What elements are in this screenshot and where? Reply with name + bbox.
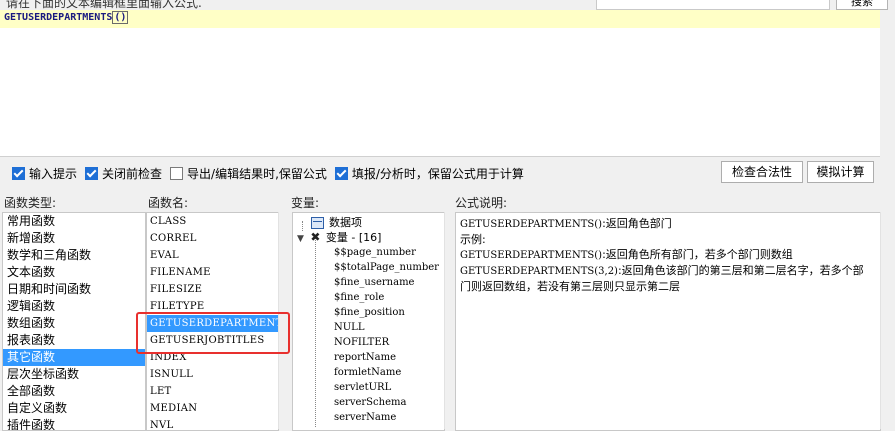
tree-node-data-item[interactable]: 数据项 <box>293 215 444 230</box>
formula-editor[interactable]: GETUSERDEPARTMENTS() <box>0 10 880 157</box>
tree-variable-item[interactable]: NOFILTER <box>293 335 444 350</box>
func-name-item[interactable]: FILESIZE <box>147 281 278 298</box>
checkbox-checked-icon <box>12 166 25 180</box>
data-item-icon <box>311 217 324 229</box>
search-input[interactable] <box>596 0 830 10</box>
desc-line-4: GETUSERDEPARTMENTS(3,2):返回角色该部门的第三层和第二层名… <box>460 263 876 279</box>
tree-variable-item[interactable]: $fine_position <box>293 305 444 320</box>
desc-line-3: GETUSERDEPARTMENTS():返回角色所有部门，若多个部门则数组 <box>460 247 876 263</box>
formula-function-name: GETUSERDEPARTMENTS <box>4 12 113 23</box>
checkbox-checked-icon <box>334 166 348 180</box>
tree-variable-item[interactable]: servletURL <box>293 380 444 395</box>
tree-variable-item[interactable]: serverName <box>293 410 444 425</box>
formula-desc-label: 公式说明: <box>455 196 508 210</box>
search-button[interactable]: 搜索 <box>836 0 888 10</box>
func-type-item[interactable]: 自定义函数 <box>3 400 145 417</box>
func-type-item[interactable]: 文本函数 <box>3 264 145 281</box>
desc-text: :返回角色所有部门，若多个部门则数组 <box>602 248 793 261</box>
tree-variable-item[interactable]: $$totalPage_number <box>293 260 444 275</box>
description-scrollbar[interactable] <box>880 212 895 429</box>
input-hint-checkbox[interactable]: 输入提示 <box>12 165 77 182</box>
check-validity-button[interactable]: 检查合法性 <box>721 161 803 183</box>
desc-text: :返回角色部门 <box>602 217 672 230</box>
variable-tree: 数据项 ▼ ✖ 变量 - [16] $$page_number $$totalPage… <box>292 212 445 431</box>
desc-line-2: 示例: <box>460 233 486 246</box>
func-type-item[interactable]: 数组函数 <box>3 315 145 332</box>
func-type-item[interactable]: 其它函数 <box>3 349 145 366</box>
export-keep-formula-checkbox[interactable]: 导出/编辑结果时,保留公式 <box>170 165 327 182</box>
export-keep-formula-label: 导出/编辑结果时,保留公式 <box>187 166 327 181</box>
func-type-item[interactable]: 数学和三角函数 <box>3 247 145 264</box>
tree-variable-item[interactable]: $fine_username <box>293 275 444 290</box>
check-before-close-label: 关闭前检查 <box>102 166 163 181</box>
tree-variable-item[interactable]: formletName <box>293 365 444 380</box>
fill-keep-formula-label: 填报/分析时，保留公式用于计算 <box>351 166 524 181</box>
func-name-item[interactable]: MEDIAN <box>147 400 278 417</box>
checkbox-checked-icon <box>85 166 99 180</box>
checkbox-unchecked-icon <box>170 166 184 180</box>
func-type-item[interactable]: 常用函数 <box>3 213 145 230</box>
variable-label: 变量: <box>291 196 320 210</box>
data-item-label: 数据项 <box>329 216 362 229</box>
func-name-label: 函数名: <box>148 196 189 210</box>
fill-keep-formula-checkbox[interactable]: 填报/分析时，保留公式用于计算 <box>334 165 524 182</box>
variable-x-icon: ✖ <box>310 230 321 244</box>
current-line-highlight <box>0 10 880 28</box>
close-paren: ) <box>120 12 127 23</box>
variables-node-label: 变量 - [16] <box>325 231 382 244</box>
desc-line-1: GETUSERDEPARTMENTS():返回角色部门 <box>460 216 876 232</box>
chevron-down-icon[interactable]: ▼ <box>297 234 304 244</box>
formula-parens: () <box>112 11 129 24</box>
func-type-list: 常用函数 新增函数 数学和三角函数 文本函数 日期和时间函数 逻辑函数 数组函数 报表函数 其它… <box>2 212 146 431</box>
func-type-item[interactable]: 日期和时间函数 <box>3 281 145 298</box>
func-type-label: 函数类型: <box>4 196 57 210</box>
editor-scrollbar[interactable] <box>880 10 895 156</box>
tree-node-variables[interactable]: ▼ ✖ 变量 - [16] <box>293 230 444 245</box>
func-type-item[interactable]: 新增函数 <box>3 230 145 247</box>
formula-description: GETUSERDEPARTMENTS():返回角色部门 示例: GETUSERD… <box>455 212 881 431</box>
func-type-item[interactable]: 层次坐标函数 <box>3 366 145 383</box>
check-before-close-checkbox[interactable]: 关闭前检查 <box>85 165 162 182</box>
func-name-item[interactable]: ISNULL <box>147 366 278 383</box>
tree-variable-item[interactable]: reportName <box>293 350 444 365</box>
formula-text: GETUSERDEPARTMENTS() <box>4 11 129 24</box>
func-name-item[interactable]: EVAL <box>147 247 278 264</box>
desc-text: :返回角色该部门的第三层和第二层名字，若多个部 <box>617 264 864 277</box>
simulate-button[interactable]: 模拟计算 <box>807 161 874 183</box>
func-type-item[interactable]: 报表函数 <box>3 332 145 349</box>
func-name-item[interactable]: FILENAME <box>147 264 278 281</box>
desc-code: GETUSERDEPARTMENTS(3,2) <box>460 266 618 277</box>
func-type-item[interactable]: 全部函数 <box>3 383 145 400</box>
highlight-annotation <box>136 312 290 354</box>
tree-variable-item[interactable]: $fine_role <box>293 290 444 305</box>
func-type-item[interactable]: 逻辑函数 <box>3 298 145 315</box>
func-name-item[interactable]: LET <box>147 383 278 400</box>
tree-variable-item[interactable]: NULL <box>293 320 444 335</box>
variable-scrollbar[interactable] <box>444 212 454 429</box>
desc-code: GETUSERDEPARTMENTS() <box>460 219 603 230</box>
desc-line-5: 门则返回数组，若没有第三层则只显示第二层 <box>460 280 680 293</box>
func-name-item[interactable]: CORREL <box>147 230 278 247</box>
tree-variable-item[interactable]: serverSchema <box>293 395 444 410</box>
tree-variable-item[interactable]: $$page_number <box>293 245 444 260</box>
desc-code: GETUSERDEPARTMENTS() <box>460 250 603 261</box>
func-name-item[interactable]: CLASS <box>147 213 278 230</box>
input-hint-label: 输入提示 <box>29 166 78 181</box>
options-row: 输入提示 关闭前检查 导出/编辑结果时,保留公式 填报/分析时，保留公式用于计算 <box>12 164 532 182</box>
